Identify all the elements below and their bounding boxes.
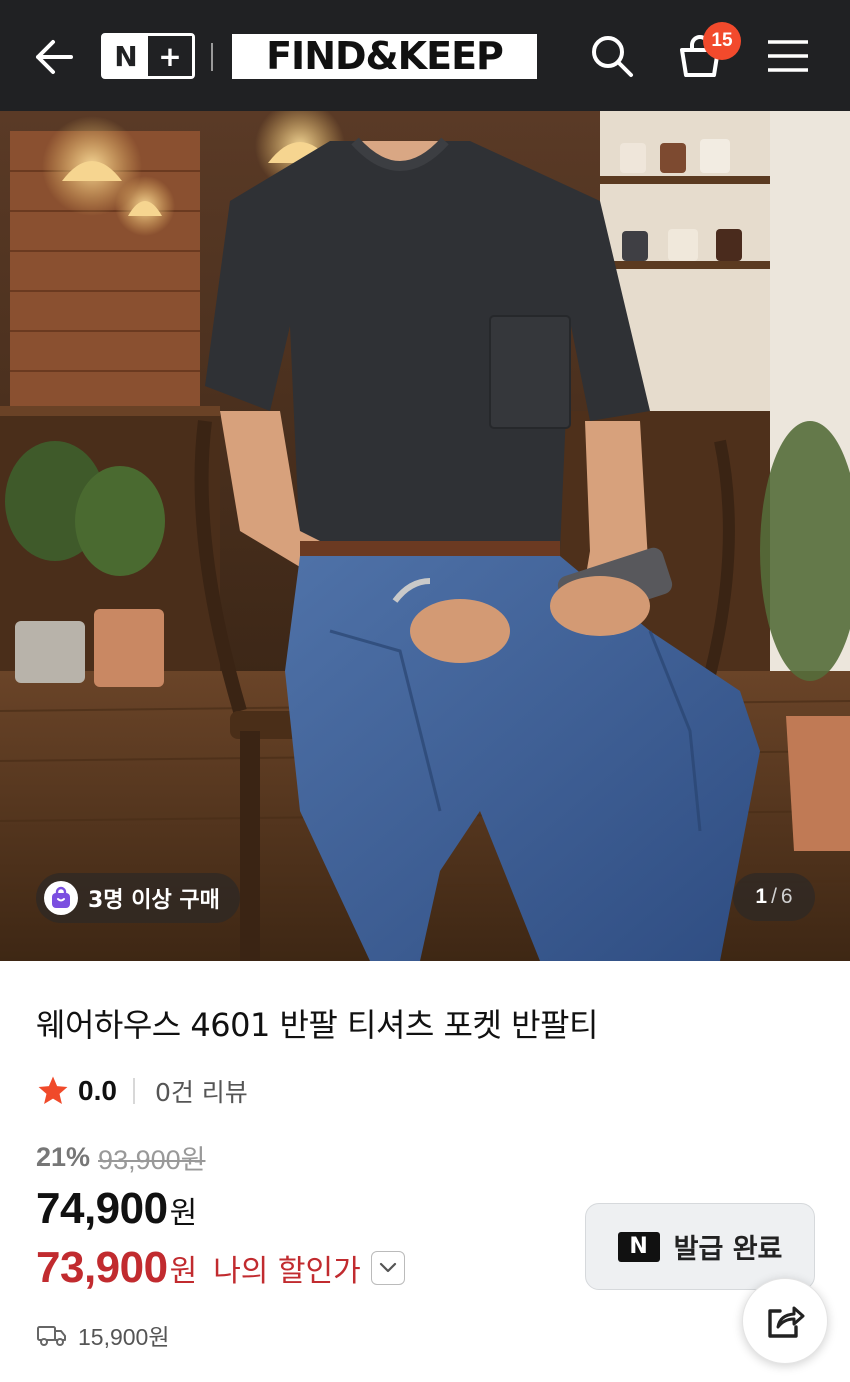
- store-brand-logo[interactable]: FIND&KEEP: [232, 34, 537, 79]
- search-button[interactable]: [584, 28, 640, 84]
- naver-plus-logo[interactable]: N +: [101, 33, 195, 79]
- coupon-issued-button[interactable]: N 발급 완료: [585, 1203, 815, 1290]
- rating-row[interactable]: 0.0 0건 리뷰: [36, 1071, 248, 1111]
- rating-value: 0.0: [78, 1075, 117, 1106]
- product-photo: [0, 111, 850, 961]
- sale-price-unit: 원: [169, 1196, 198, 1231]
- product-image-gallery[interactable]: 3명 이상 구매 1 / 6: [0, 111, 850, 961]
- chevron-down-icon: [379, 1262, 396, 1273]
- discount-row: 21% 93,900원: [36, 1138, 205, 1176]
- page-separator: /: [771, 885, 777, 908]
- my-discount-price-label: 나의 할인가: [213, 1254, 361, 1289]
- back-arrow-icon: [36, 40, 73, 74]
- share-icon: [768, 1306, 805, 1338]
- discount-rate: 21%: [36, 1141, 91, 1172]
- buyer-count-badge: 3명 이상 구매: [36, 873, 240, 923]
- search-icon: [592, 36, 633, 77]
- my-discount-price: 73,900: [36, 1243, 168, 1292]
- price-detail-toggle[interactable]: [370, 1251, 405, 1285]
- original-price: 93,900원: [98, 1144, 206, 1175]
- logo-plus: +: [148, 36, 192, 76]
- total-pages: 6: [780, 885, 793, 908]
- coupon-label: 발급 완료: [673, 1234, 783, 1265]
- image-page-indicator: 1 / 6: [733, 873, 815, 921]
- buyer-badge-text: 3명 이상 구매: [88, 888, 220, 913]
- delivery-truck-icon: [37, 1326, 66, 1346]
- menu-button[interactable]: [760, 30, 816, 82]
- star-icon: [38, 1076, 68, 1105]
- current-page: 1: [755, 885, 768, 908]
- sale-price: 74,900: [36, 1184, 168, 1233]
- product-title: 웨어하우스 4601 반팔 티셔츠 포켓 반팔티: [36, 1006, 598, 1044]
- my-discount-price-row: 73,900 원 나의 할인가: [36, 1240, 405, 1296]
- shopping-bag-icon: [44, 881, 78, 915]
- review-count[interactable]: 0건 리뷰: [155, 1073, 248, 1109]
- shipping-fee: 15,900원: [78, 1324, 170, 1350]
- naver-coupon-icon: N: [617, 1231, 660, 1262]
- shipping-row: 15,900원: [36, 1316, 170, 1354]
- logo-divider: [211, 43, 213, 71]
- menu-icon: [768, 40, 808, 72]
- cart-count-badge: 15: [703, 22, 741, 60]
- top-header: N + FIND&KEEP 15: [0, 0, 850, 111]
- back-button[interactable]: [26, 30, 80, 84]
- rating-divider: [132, 1078, 135, 1104]
- share-button[interactable]: [742, 1278, 828, 1364]
- my-discount-price-unit: 원: [169, 1254, 198, 1289]
- logo-n: N: [104, 36, 148, 76]
- sale-price-row: 74,900 원: [36, 1184, 197, 1236]
